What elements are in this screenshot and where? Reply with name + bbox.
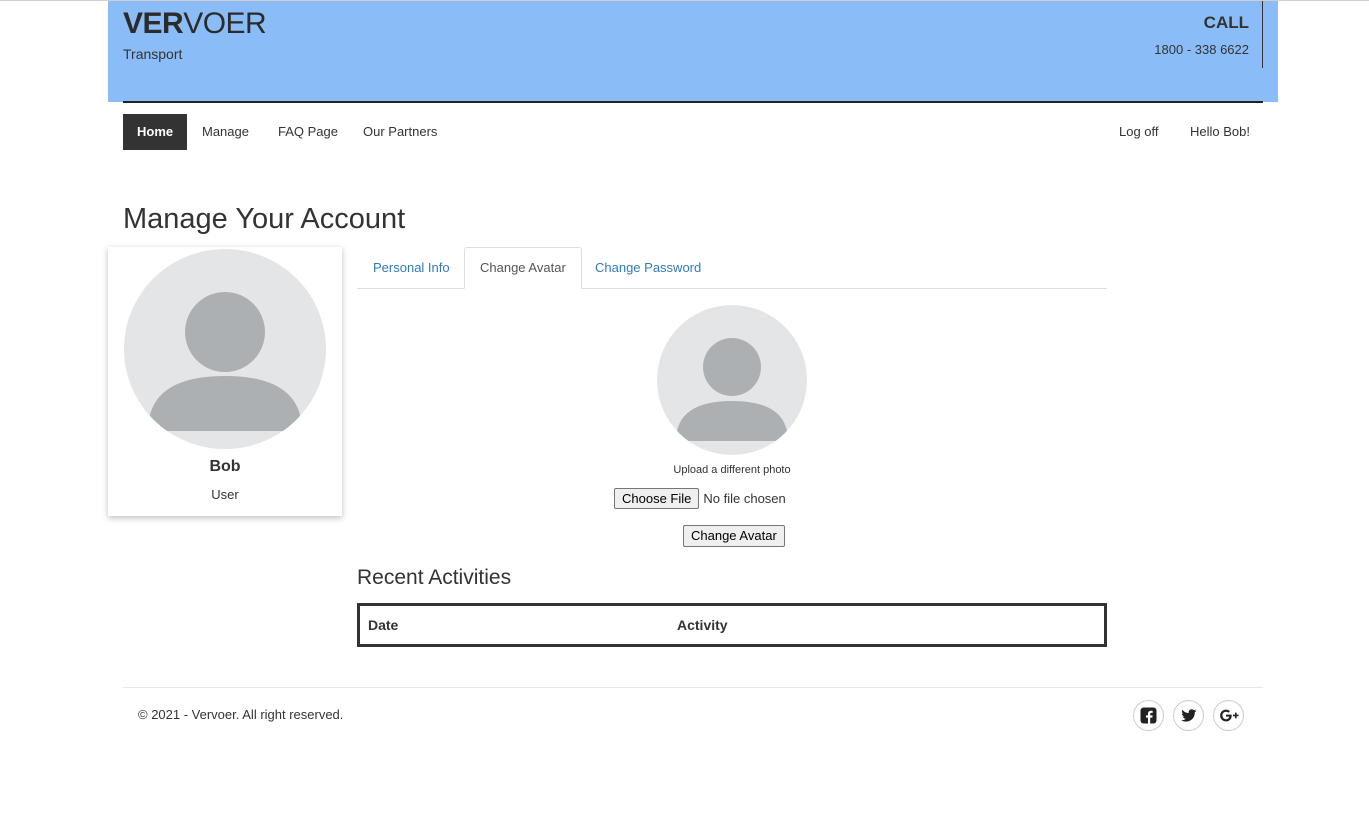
profile-role: User	[211, 487, 239, 502]
tab-personal-info[interactable]: Personal Info	[357, 247, 466, 289]
facebook-link[interactable]	[1133, 700, 1164, 731]
nav-user-greeting[interactable]: Hello Bob!	[1176, 114, 1264, 150]
call-box: CALL 1800 - 338 6622	[1143, 1, 1263, 68]
twitter-icon	[1181, 709, 1197, 722]
column-header-date: Date	[368, 617, 399, 633]
header-divider	[123, 101, 1263, 103]
file-status: No file chosen	[703, 491, 786, 506]
profile-name: Bob	[209, 458, 241, 475]
upload-label: Upload a different photo	[673, 464, 791, 476]
brand-name-light: VOER	[183, 7, 267, 40]
google-plus-icon	[1220, 709, 1239, 722]
nav-faq[interactable]: FAQ Page	[264, 114, 352, 150]
nav-home[interactable]: Home	[123, 114, 188, 150]
profile-card: Bob User	[108, 247, 342, 516]
facebook-icon	[1140, 707, 1157, 724]
user-avatar-icon	[657, 305, 807, 455]
recent-activities-title: Recent Activities	[357, 566, 512, 589]
file-input: Choose File No file chosen	[614, 488, 786, 509]
activity-table: Date Activity	[357, 603, 1107, 647]
brand-logo[interactable]: VERVOER Transport	[123, 7, 267, 63]
choose-file-button[interactable]: Choose File	[614, 488, 700, 509]
main-nav: Home Manage FAQ Page Our Partners Log of…	[123, 114, 1263, 150]
change-avatar-button[interactable]: Change Avatar	[683, 525, 785, 547]
nav-log-off[interactable]: Log off	[1105, 114, 1173, 150]
column-header-activity: Activity	[677, 617, 728, 633]
call-phone: 1800 - 338 6622	[1154, 42, 1249, 57]
call-label: CALL	[1203, 13, 1249, 32]
brand-subtitle: Transport	[123, 46, 183, 62]
current-avatar	[657, 305, 807, 455]
google-plus-link[interactable]	[1213, 700, 1244, 731]
tab-change-password[interactable]: Change Password	[579, 247, 717, 289]
brand-name: VERVOER	[123, 7, 267, 40]
profile-avatar	[124, 249, 326, 449]
twitter-link[interactable]	[1173, 700, 1204, 731]
nav-manage[interactable]: Manage	[188, 114, 263, 150]
user-avatar-icon	[124, 249, 326, 449]
footer-divider	[123, 687, 1263, 688]
brand-name-bold: VER	[123, 7, 184, 40]
page-title: Manage Your Account	[123, 203, 406, 235]
account-tabs: Personal Info Change Avatar Change Passw…	[357, 247, 1107, 289]
copyright: © 2021 - Vervoer. All right reserved.	[138, 707, 344, 722]
tab-change-avatar[interactable]: Change Avatar	[464, 247, 582, 289]
site-header: VERVOER Transport CALL 1800 - 338 6622	[108, 1, 1278, 102]
nav-partners[interactable]: Our Partners	[349, 114, 451, 150]
